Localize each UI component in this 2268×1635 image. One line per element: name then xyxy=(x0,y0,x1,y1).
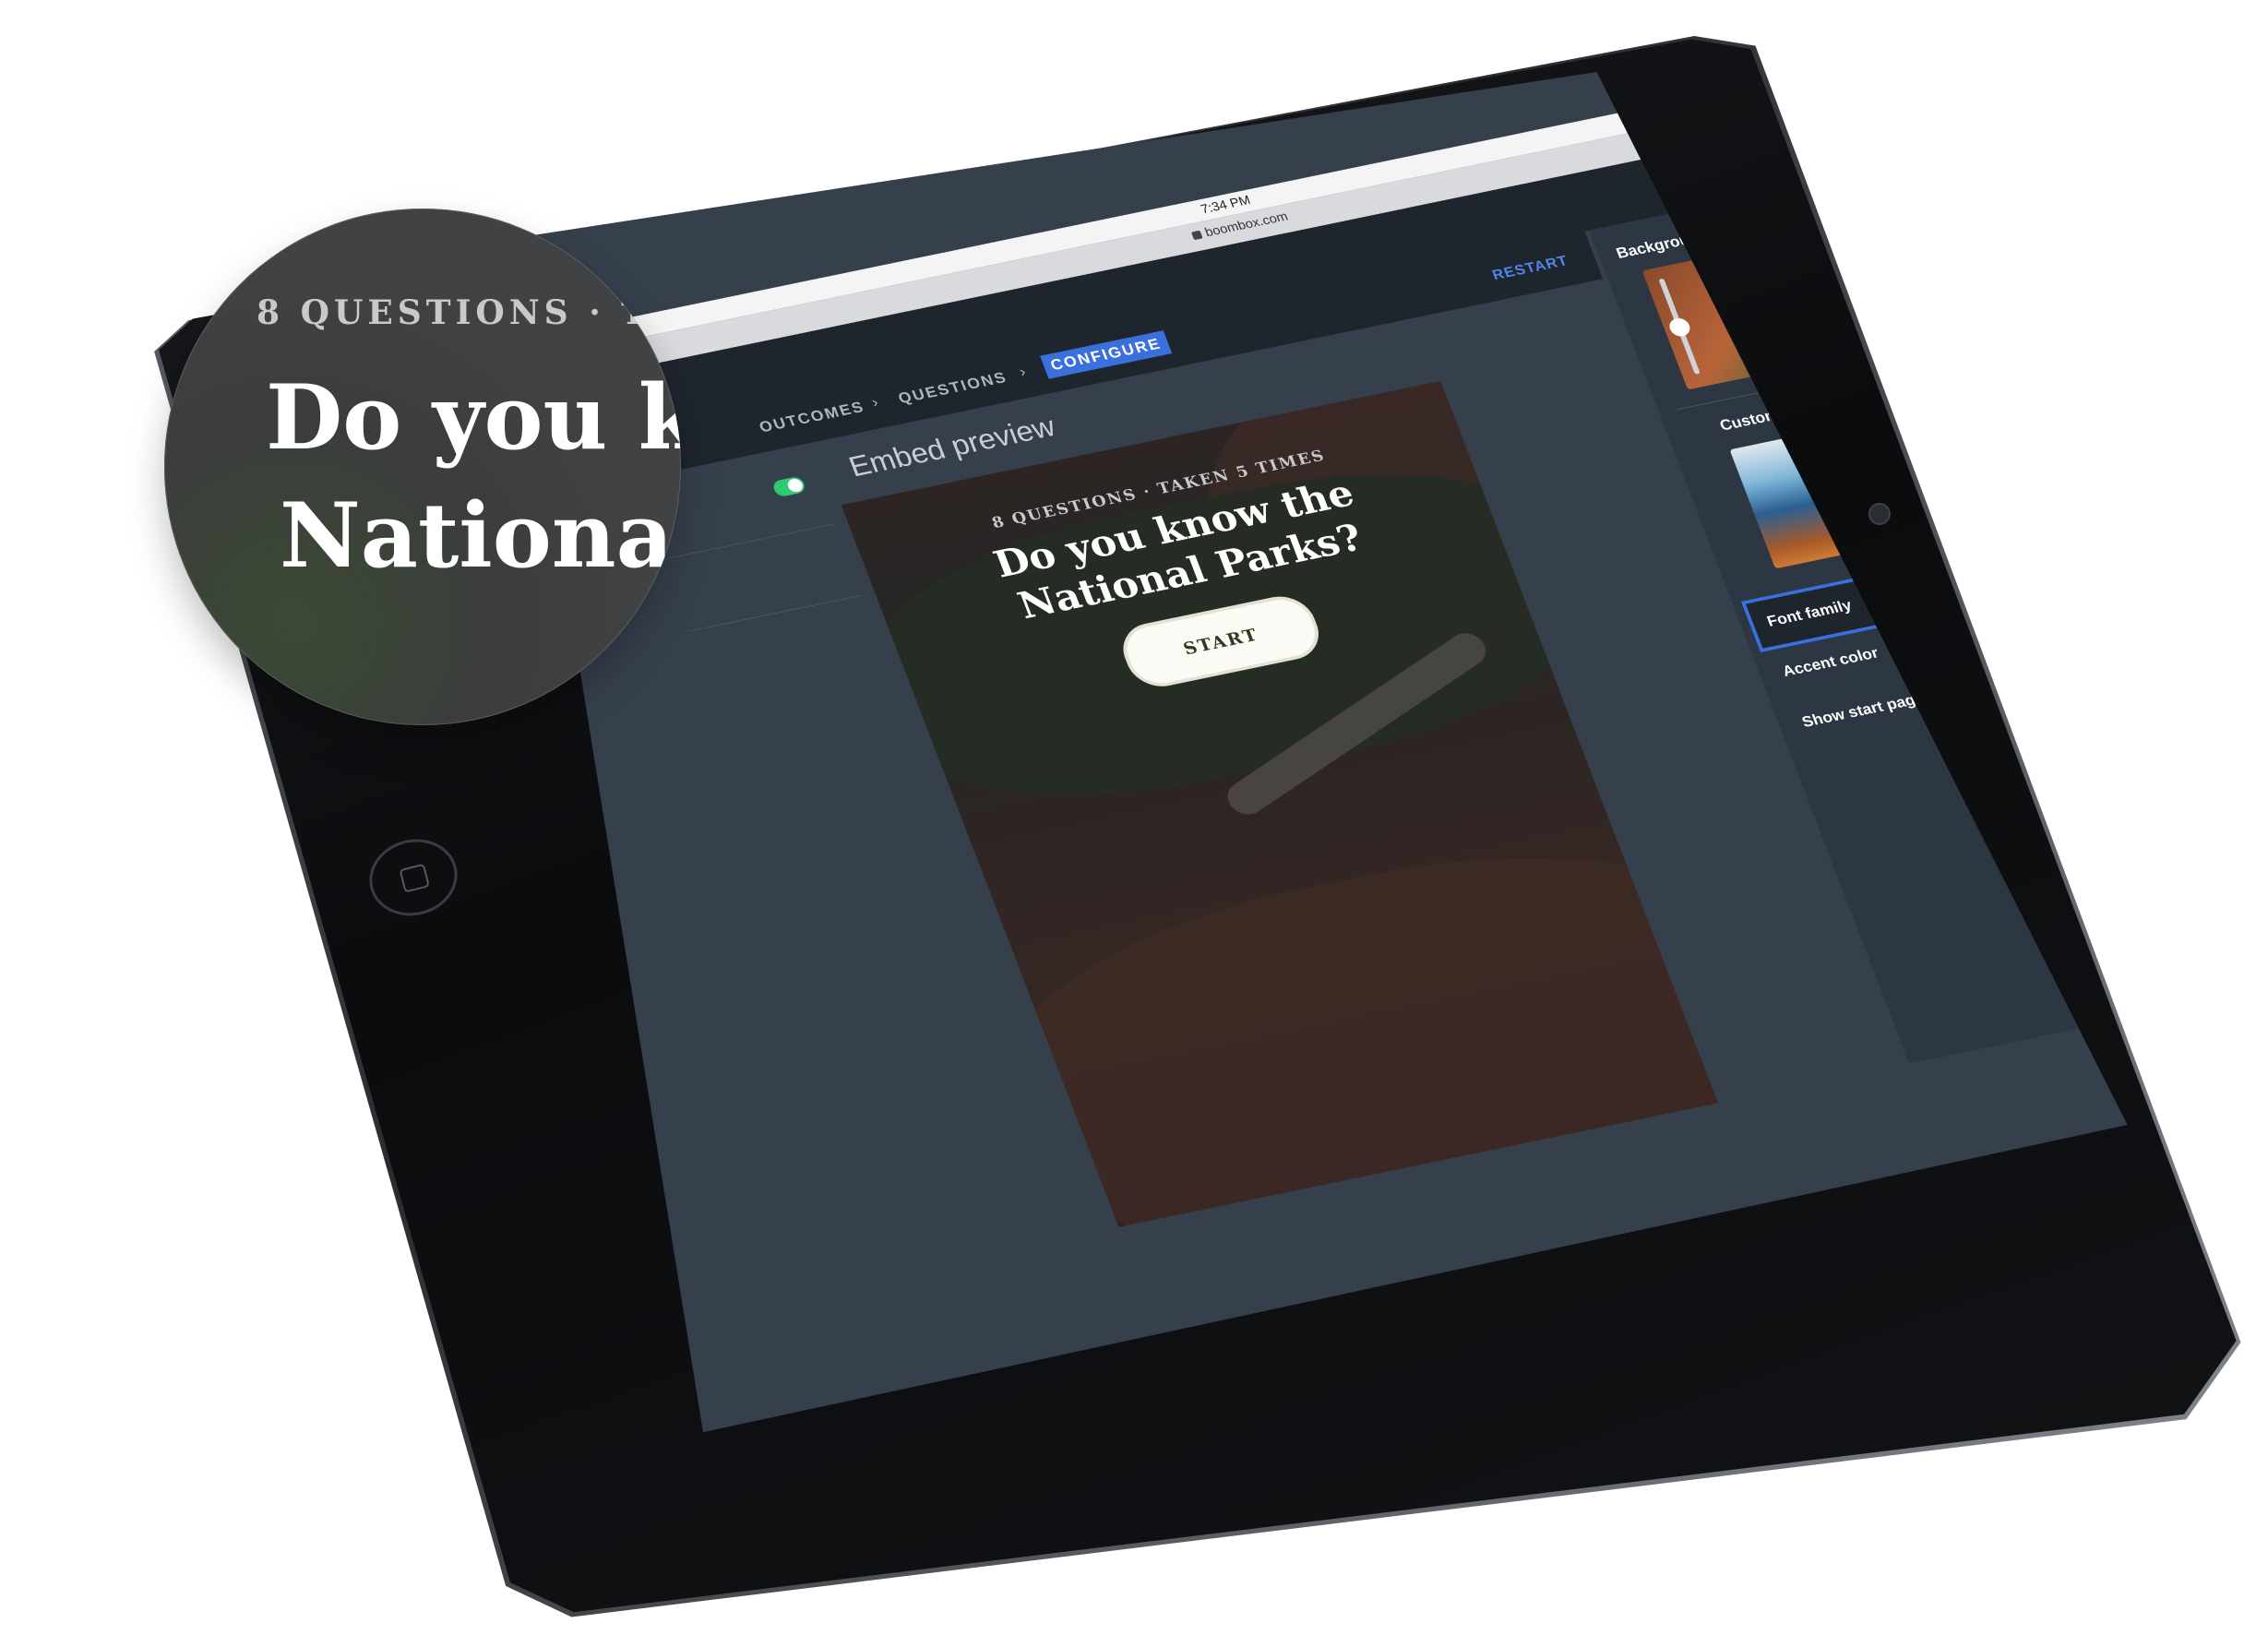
font-family-input[interactable]: Vitesse, sans-serif xyxy=(1965,546,2099,590)
update-label: UPDATE xyxy=(1780,135,1856,166)
background-label: Background xyxy=(1613,226,1712,262)
camera-icon[interactable] xyxy=(1999,484,2032,509)
avatar[interactable] xyxy=(1897,110,1954,157)
saved-status: SAVED xyxy=(1801,156,1836,171)
camera-icon[interactable] xyxy=(1912,305,1945,330)
divider xyxy=(660,523,835,561)
battery-level: 100% xyxy=(1868,57,1908,78)
overlay-opacity-slider[interactable] xyxy=(1658,278,1701,375)
update-dropdown-chevron-icon[interactable] xyxy=(1849,120,1903,163)
font-family-label: Font family xyxy=(1764,596,1855,630)
magnifier-rim xyxy=(164,209,681,725)
show-start-page-toggle[interactable] xyxy=(2098,646,2128,669)
lock-icon xyxy=(1190,230,1203,241)
crumb-questions[interactable]: QUESTIONS xyxy=(896,369,1010,408)
background-image[interactable] xyxy=(1641,213,1966,390)
crumb-outcomes[interactable]: OUTCOMES xyxy=(757,398,867,436)
app-header: UPDATE SAVED xyxy=(590,96,1967,433)
share-image-label: Custom share image xyxy=(1717,386,1878,435)
restart-button[interactable]: RESTART xyxy=(1490,253,1571,284)
slider-handle[interactable] xyxy=(1666,316,1693,339)
settings-panel: Background Custom share image Font famil… xyxy=(1589,151,2128,1064)
chevron-right-icon: › xyxy=(868,393,881,411)
accent-color-label: Accent color xyxy=(1780,644,1881,680)
divider xyxy=(687,594,863,632)
accent-color-input[interactable]: e.g. #de514d xyxy=(2017,596,2115,632)
update-button[interactable]: UPDATE SAVED xyxy=(1759,120,1903,183)
chevron-right-icon: › xyxy=(1017,363,1029,380)
app-window: 7:34 PM 100% boombox.com UPDATE SAVED OU… xyxy=(572,57,2128,1266)
crop-icon[interactable] xyxy=(1884,314,1914,336)
left-toggle[interactable] xyxy=(770,475,807,498)
show-start-page-label: Show start page xyxy=(1799,689,1927,731)
crop-icon[interactable] xyxy=(1972,493,2000,515)
share-image[interactable] xyxy=(1729,392,2054,569)
